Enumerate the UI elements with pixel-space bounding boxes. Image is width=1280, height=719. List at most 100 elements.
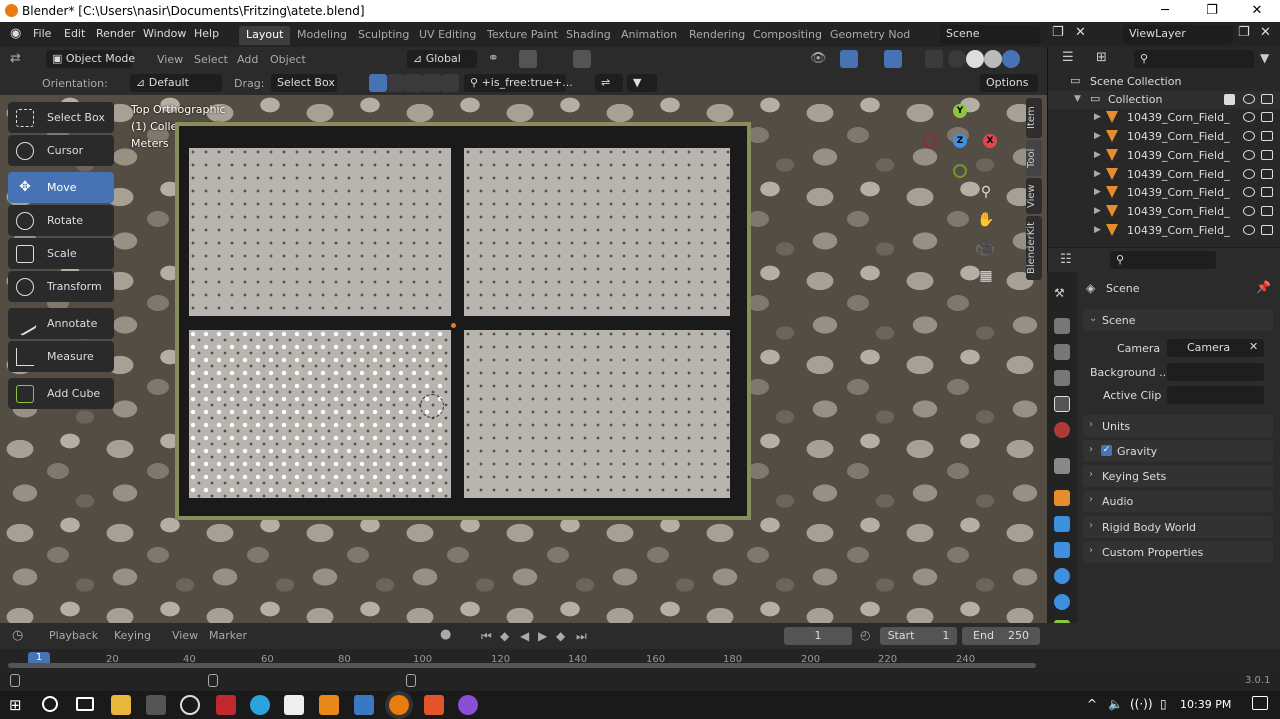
app-icon-blue[interactable] <box>354 695 374 715</box>
brave-icon[interactable] <box>424 695 444 715</box>
menu-playback[interactable]: Playback <box>49 629 98 642</box>
overlay-toggle-icon[interactable] <box>884 50 902 68</box>
outliner-editor-icon[interactable]: ☰ <box>1062 50 1074 65</box>
file-explorer-icon[interactable] <box>111 695 131 715</box>
new-scene-icon[interactable]: ❐ <box>1052 25 1064 40</box>
visibility-eye-icon[interactable] <box>1243 131 1255 141</box>
select-mode-extend-icon[interactable] <box>387 74 405 92</box>
pin-icon[interactable]: 📌 <box>1256 280 1271 294</box>
window-mesh-object[interactable] <box>175 122 751 520</box>
tab-animation[interactable]: Animation <box>614 26 684 45</box>
panel-units[interactable]: › Units <box>1083 415 1273 437</box>
outliner-filter-icon[interactable]: ▼ <box>1260 51 1269 65</box>
new-viewlayer-icon[interactable]: ❐ <box>1238 25 1250 40</box>
tool-add-cube[interactable]: Add Cube <box>8 378 114 409</box>
menu-select[interactable]: Select <box>194 53 228 66</box>
outliner-item[interactable]: ▶ 10439_Corn_Field_ <box>1048 222 1280 240</box>
select-mode-invert-icon[interactable] <box>423 74 441 92</box>
tray-arrow-icon[interactable]: ^ <box>1087 697 1097 711</box>
tab-sculpting[interactable]: Sculpting <box>351 26 416 45</box>
document-icon[interactable] <box>284 695 304 715</box>
pan-view-icon[interactable]: ✋ <box>974 208 998 232</box>
tool-rotate[interactable]: Rotate <box>8 205 114 236</box>
outliner-search-input[interactable]: ⚲ <box>1134 50 1254 68</box>
menu-view[interactable]: View <box>157 53 183 66</box>
snap-settings-dropdown[interactable]: ⇌ <box>595 74 623 92</box>
auto-keying-icon[interactable]: ● <box>440 627 451 642</box>
gizmo-neg-y-axis[interactable] <box>953 164 967 178</box>
material-shading-icon[interactable] <box>984 50 1002 68</box>
outliner-collection[interactable]: ▼ ▭ Collection <box>1048 91 1280 109</box>
properties-search-input[interactable]: ⚲ <box>1110 251 1216 269</box>
render-camera-icon[interactable] <box>1261 206 1273 216</box>
panel-audio[interactable]: › Audio <box>1083 490 1273 512</box>
tab-modeling[interactable]: Modeling <box>290 26 354 45</box>
app-icon[interactable] <box>180 695 200 715</box>
ortho-toggle-icon[interactable]: ▦ <box>974 264 998 288</box>
pivot-icon[interactable]: ⚭ <box>488 51 499 66</box>
visibility-eye-icon[interactable] <box>1243 94 1255 104</box>
particles-props-tab-icon[interactable] <box>1054 542 1070 558</box>
play-icon[interactable]: ▶ <box>538 629 547 643</box>
outliner-item[interactable]: ▶ 10439_Corn_Field_ <box>1048 166 1280 184</box>
object-props-tab-icon[interactable] <box>1054 490 1070 506</box>
render-camera-icon[interactable] <box>1261 187 1273 197</box>
delete-viewlayer-icon[interactable]: ✕ <box>1260 25 1271 40</box>
timeline-editor-icon[interactable]: ◷ <box>12 628 23 643</box>
panel-keying-sets[interactable]: › Keying Sets <box>1083 465 1273 487</box>
notifications-icon[interactable] <box>1252 696 1268 710</box>
app-icon-purple[interactable] <box>458 695 478 715</box>
collection-checkbox[interactable] <box>1224 94 1235 105</box>
tool-select-box[interactable]: Select Box <box>8 102 114 133</box>
tool-measure[interactable]: Measure <box>8 341 114 372</box>
constraints-props-tab-icon[interactable] <box>1054 594 1070 610</box>
jump-end-icon[interactable]: ⏭ <box>576 629 587 644</box>
menu-window[interactable]: Window <box>143 27 186 40</box>
outliner-item[interactable]: ▶ 10439_Corn_Field_ <box>1048 128 1280 146</box>
xray-toggle-icon[interactable] <box>925 50 943 68</box>
outliner-item[interactable]: ▶ 10439_Corn_Field_ <box>1048 109 1280 127</box>
render-props-tab-icon[interactable] <box>1054 318 1070 334</box>
rendered-shading-icon[interactable] <box>1002 50 1020 68</box>
gizmo-x-axis[interactable]: X <box>983 134 997 148</box>
visibility-eye-icon[interactable] <box>1243 112 1255 122</box>
menu-file[interactable]: File <box>33 27 51 40</box>
scene-props-tab-icon[interactable] <box>1054 396 1070 412</box>
scene-selector[interactable]: Scene <box>940 25 1040 44</box>
viewlayer-selector[interactable]: ViewLayer <box>1123 25 1233 44</box>
panel-rigid-body-world[interactable]: › Rigid Body World <box>1083 516 1273 538</box>
outliner-item[interactable]: ▶ 10439_Corn_Field_ <box>1048 184 1280 202</box>
render-camera-icon[interactable] <box>1261 150 1273 160</box>
render-camera-icon[interactable] <box>1261 225 1273 235</box>
menu-timeline-view[interactable]: View <box>172 629 198 642</box>
snap-icon[interactable] <box>519 50 537 68</box>
app-icon-red[interactable] <box>216 695 236 715</box>
orientation-dropdown[interactable]: ⊿ Default <box>130 74 222 92</box>
gravity-checkbox[interactable]: ✓ <box>1101 445 1112 456</box>
select-mode-intersect-icon[interactable] <box>441 74 459 92</box>
editor-type-icon[interactable]: ⇄ <box>10 51 21 66</box>
physics-props-tab-icon[interactable] <box>1054 568 1070 584</box>
blender-menu-icon[interactable]: ◉ <box>10 26 21 41</box>
select-mode-subtract-icon[interactable] <box>405 74 423 92</box>
vlc-icon[interactable] <box>319 695 339 715</box>
current-frame-field[interactable]: 1 <box>784 627 852 645</box>
outliner-scene-collection[interactable]: ▭ Scene Collection <box>1048 73 1280 91</box>
menu-edit[interactable]: Edit <box>64 27 85 40</box>
speaker-icon[interactable]: 🔈 <box>1108 697 1123 711</box>
visibility-icon[interactable]: 👁 <box>810 51 827 66</box>
wireframe-shading-icon[interactable] <box>948 50 966 68</box>
drag-dropdown[interactable]: Select Box <box>271 74 337 92</box>
close-button[interactable]: ✕ <box>1234 0 1280 22</box>
gizmo-toggle-icon[interactable] <box>840 50 858 68</box>
proportional-edit-icon[interactable] <box>573 50 591 68</box>
camera-view-icon[interactable]: 🎥 <box>974 236 998 260</box>
next-keyframe-icon[interactable]: ◆ <box>556 629 565 643</box>
start-icon[interactable]: ⊞ <box>9 696 22 714</box>
telegram-icon[interactable] <box>250 695 270 715</box>
maximize-button[interactable]: ❐ <box>1189 0 1235 22</box>
tool-transform[interactable]: Transform <box>8 271 114 302</box>
tab-shading[interactable]: Shading <box>559 26 618 45</box>
sidebar-tab-item[interactable]: Item <box>1026 98 1042 138</box>
gizmo-neg-x-axis[interactable] <box>923 134 937 148</box>
